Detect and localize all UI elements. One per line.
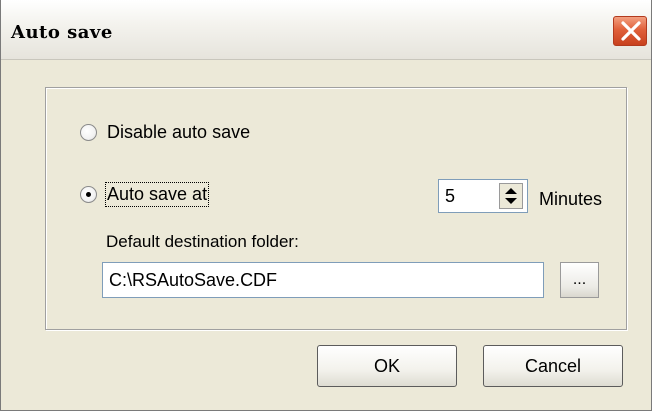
auto-save-at-radio[interactable]: Auto save at: [80, 182, 210, 207]
interval-spinner[interactable]: [438, 179, 528, 213]
cancel-button[interactable]: Cancel: [483, 345, 623, 387]
ok-button[interactable]: OK: [317, 345, 457, 387]
interval-input[interactable]: [445, 185, 495, 207]
radio-circle-selected[interactable]: [80, 186, 97, 203]
up-down-arrows-icon: [505, 188, 517, 204]
browse-button[interactable]: ...: [560, 262, 599, 298]
minutes-label: Minutes: [539, 189, 603, 209]
disable-auto-save-radio[interactable]: Disable auto save: [80, 122, 250, 143]
close-icon: [621, 21, 641, 41]
title-bar[interactable]: Auto save: [1, 0, 651, 60]
close-button[interactable]: [613, 16, 647, 46]
radio-circle[interactable]: [80, 124, 97, 141]
auto-save-dialog: Auto save Disable auto save Auto save at…: [0, 0, 652, 411]
spinner-arrows-button[interactable]: [499, 183, 523, 209]
dialog-title: Auto save: [11, 22, 113, 43]
disable-auto-save-label: Disable auto save: [107, 122, 251, 142]
destination-folder-label: Default destination folder:: [106, 232, 299, 251]
destination-path-input[interactable]: [102, 262, 544, 298]
radio-dot: [86, 192, 91, 197]
auto-save-at-label: Auto save at: [104, 182, 210, 207]
